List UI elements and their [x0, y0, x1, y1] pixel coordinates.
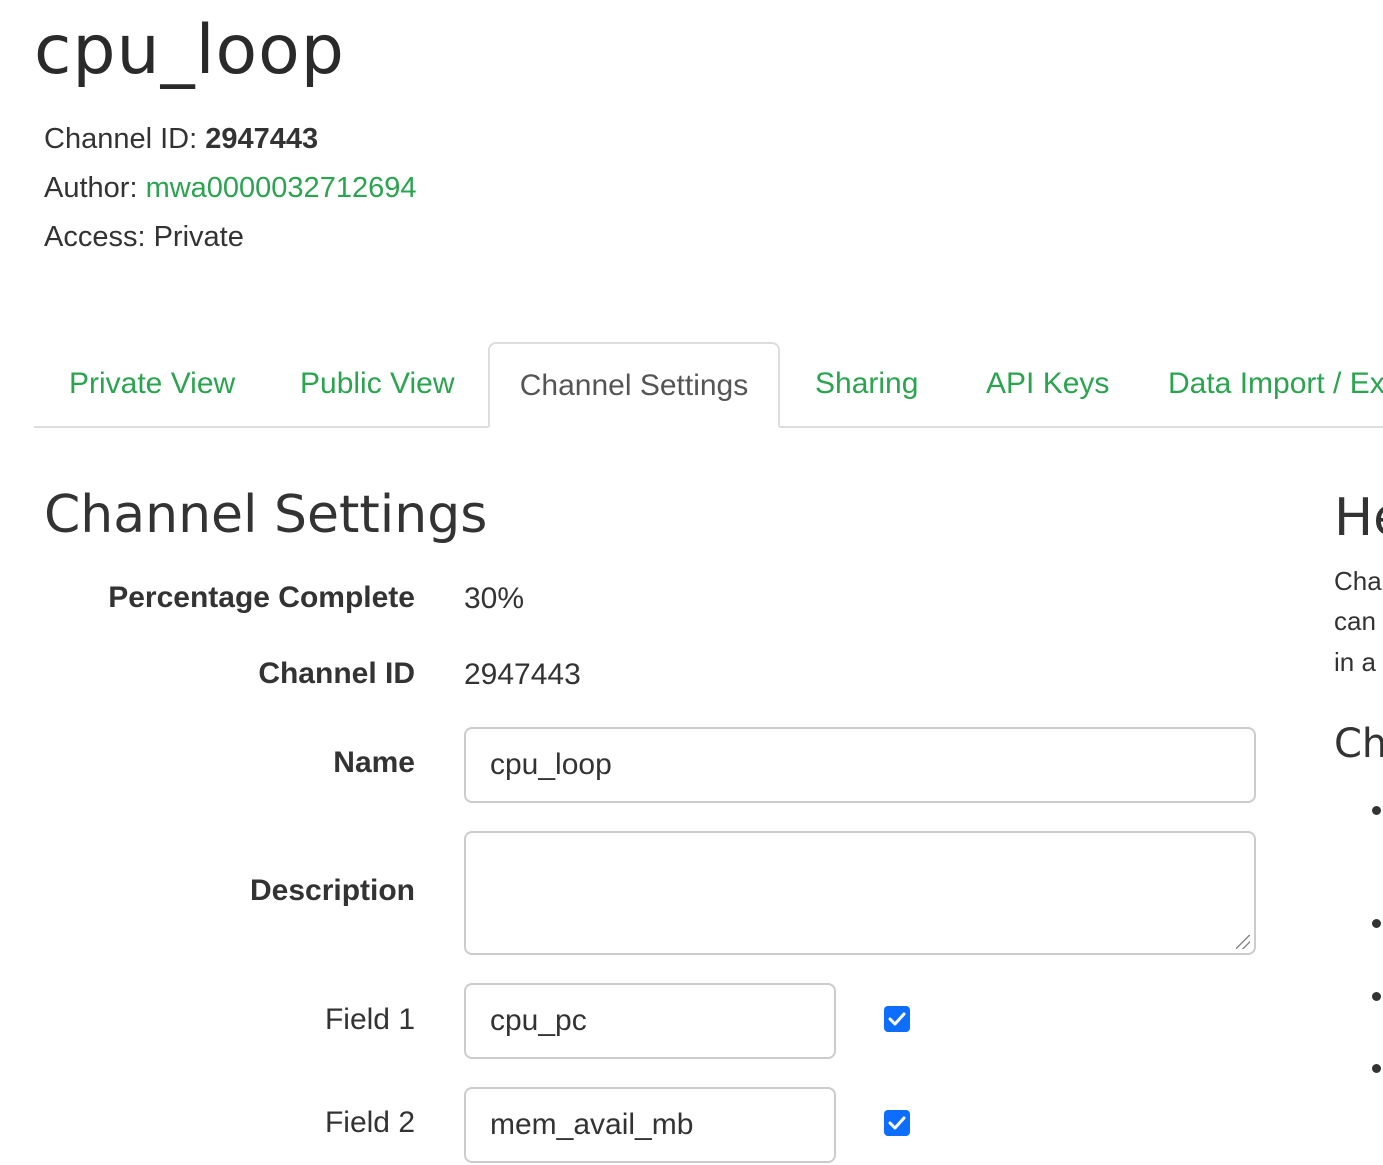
author-label: Author: — [44, 172, 138, 204]
author-link[interactable]: mwa0000032712694 — [146, 172, 417, 204]
channel-id-settings-value: 2947443 — [464, 658, 581, 691]
channel-settings-page: cpu_loop Channel ID: 2947443 Author: mwa… — [0, 0, 1383, 1165]
name-label: Name — [333, 746, 415, 779]
help-bullet — [1372, 1064, 1381, 1073]
channel-title: cpu_loop — [34, 11, 345, 90]
field-1-input[interactable]: cpu_pc — [464, 983, 836, 1059]
help-bullet — [1372, 919, 1381, 928]
tab-private-view[interactable]: Private View — [69, 342, 235, 426]
resize-handle-icon[interactable] — [1236, 935, 1250, 949]
name-input[interactable]: cpu_loop — [464, 727, 1256, 803]
field-2-checkbox[interactable] — [884, 1110, 910, 1136]
help-bullet — [1372, 806, 1381, 815]
channel-tabs: Private View Public View Channel Setting… — [34, 342, 1383, 428]
help-subtitle: Ch — [1334, 721, 1383, 767]
help-text-line-3: in a — [1334, 647, 1376, 677]
tab-api-keys[interactable]: API Keys — [986, 342, 1109, 426]
help-text-line-2: can — [1334, 606, 1376, 636]
tab-channel-settings[interactable]: Channel Settings — [488, 342, 780, 428]
access-label: Access: — [44, 221, 146, 253]
checkmark-icon — [888, 1012, 906, 1026]
channel-id-label: Channel ID: — [44, 123, 198, 155]
checkmark-icon — [888, 1116, 906, 1130]
field-2-input[interactable]: mem_avail_mb — [464, 1087, 836, 1163]
description-label: Description — [249, 874, 415, 907]
field-1-checkbox[interactable] — [884, 1006, 910, 1032]
author-line: Author: mwa0000032712694 — [44, 168, 416, 208]
help-title: He — [1334, 488, 1383, 548]
settings-title: Channel Settings — [44, 485, 488, 545]
tab-sharing[interactable]: Sharing — [815, 342, 918, 426]
help-bullet — [1372, 992, 1381, 1001]
channel-id-line: Channel ID: 2947443 — [44, 119, 318, 159]
percentage-value: 30% — [464, 582, 525, 615]
tab-data-import-export[interactable]: Data Import / Ex — [1168, 342, 1383, 426]
description-textarea[interactable] — [464, 831, 1256, 955]
percentage-label: Percentage Complete — [108, 581, 415, 614]
channel-id-value: 2947443 — [205, 123, 319, 155]
channel-id-settings-label: Channel ID — [258, 657, 415, 690]
access-line: Access: Private — [44, 217, 244, 257]
help-text-line-1: Cha — [1334, 566, 1382, 596]
field-2-label: Field 2 — [324, 1106, 415, 1139]
access-value: Private — [153, 221, 244, 253]
tab-public-view[interactable]: Public View — [300, 342, 455, 426]
field-1-label: Field 1 — [324, 1003, 415, 1036]
